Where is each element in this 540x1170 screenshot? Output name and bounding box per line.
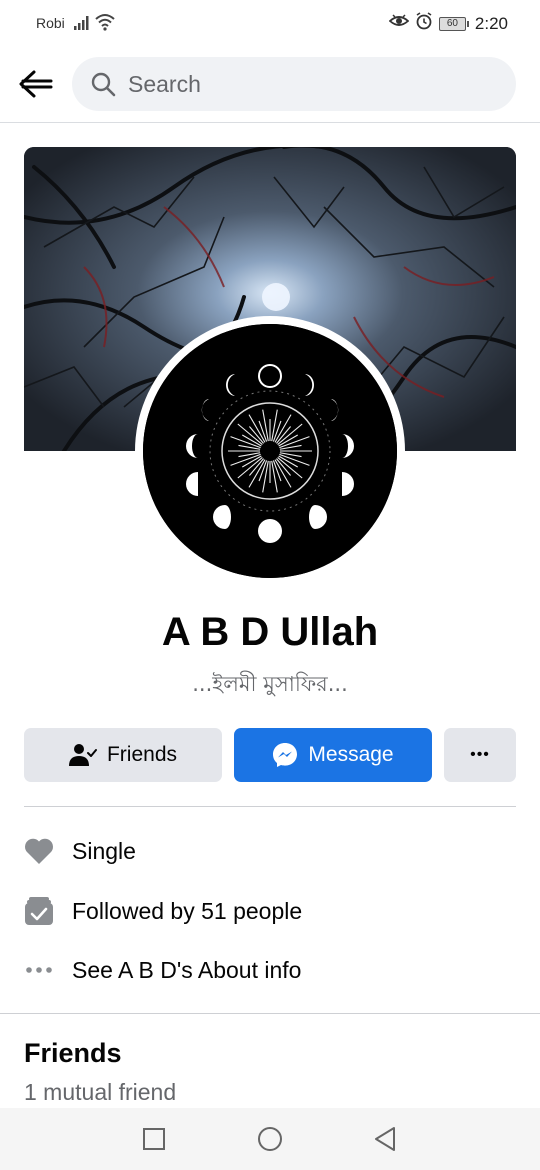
square-icon	[143, 1128, 165, 1150]
followers-icon	[24, 896, 54, 926]
mutual-friends-count[interactable]: 1 mutual friend	[24, 1079, 176, 1106]
profile-picture[interactable]	[135, 316, 405, 586]
more-options-button[interactable]: •••	[444, 728, 516, 782]
section-divider	[24, 806, 516, 807]
triangle-back-icon	[375, 1127, 395, 1151]
carrier-name: Robi	[36, 15, 65, 31]
alarm-icon	[415, 12, 433, 35]
friends-button[interactable]: Friends	[24, 728, 222, 782]
status-bar: Robi 60 2:20	[0, 0, 540, 46]
search-input[interactable]: Search	[72, 57, 516, 111]
friend-check-icon	[68, 743, 97, 767]
back-button[interactable]	[14, 66, 58, 102]
message-button[interactable]: Message	[234, 728, 432, 782]
relationship-status: Single	[72, 837, 136, 864]
profile-bio: ...ইলমী মুসাফির...	[192, 672, 348, 696]
more-icon: •••	[470, 746, 490, 763]
messenger-icon	[272, 742, 298, 768]
top-bar: Search	[0, 46, 540, 123]
friends-divider	[0, 1013, 540, 1014]
friends-section-title: Friends	[24, 1038, 122, 1068]
wifi-icon	[95, 13, 115, 36]
recents-button[interactable]	[139, 1126, 169, 1152]
followers-row: Followed by 51 people	[24, 891, 516, 931]
signal-icon	[74, 14, 92, 35]
profile-actions: Friends Message •••	[24, 728, 516, 782]
battery-icon: 60	[438, 16, 469, 31]
eye-icon	[388, 13, 410, 34]
moon-phases-image	[143, 324, 397, 578]
system-navigation-bar	[0, 1108, 540, 1170]
more-dots-icon	[24, 955, 54, 985]
circle-icon	[258, 1127, 282, 1151]
battery-level: 60	[438, 16, 466, 31]
profile-name: A B D Ullah	[161, 610, 379, 654]
back-nav-button[interactable]	[370, 1126, 400, 1152]
back-arrow-icon	[19, 70, 53, 98]
clock-time: 2:20	[474, 13, 508, 33]
search-placeholder: Search	[128, 70, 201, 97]
friends-button-label: Friends	[106, 743, 178, 766]
relationship-row: Single	[24, 831, 516, 871]
about-info-row[interactable]: See A B D's About info	[24, 950, 516, 990]
heart-icon	[24, 836, 54, 866]
search-icon	[91, 72, 116, 97]
followers-count: Followed by 51 people	[72, 897, 303, 924]
message-button-label: Message	[308, 743, 394, 766]
home-button[interactable]	[255, 1126, 285, 1152]
about-info-link[interactable]: See A B D's About info	[72, 957, 301, 984]
